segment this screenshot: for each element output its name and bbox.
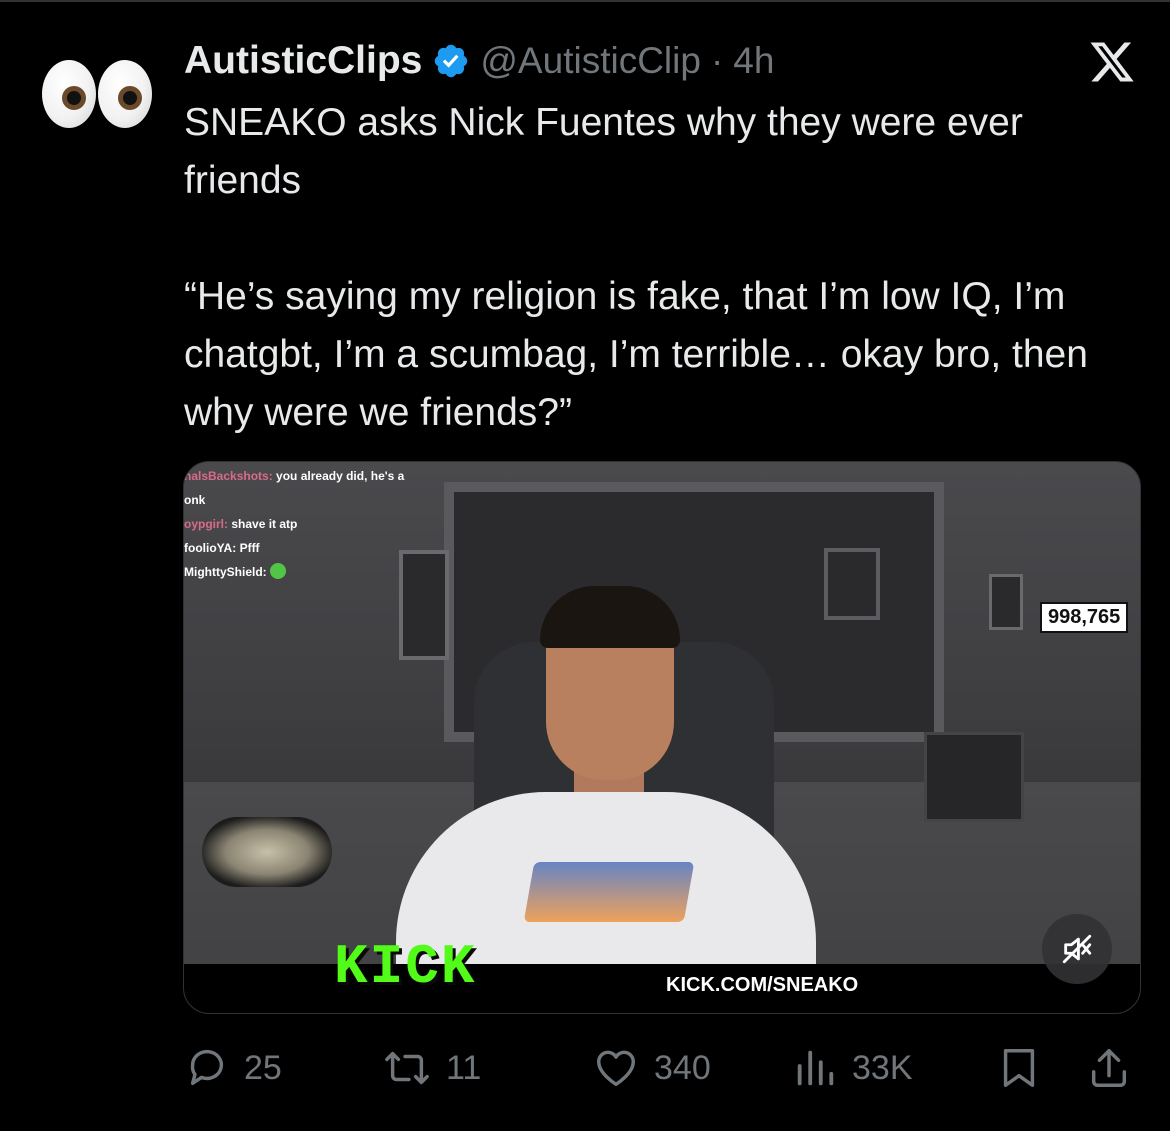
chat-message: onk xyxy=(184,493,206,507)
like-icon xyxy=(597,1050,635,1087)
views-icon xyxy=(797,1050,834,1086)
tweet-actions: 25 11 340 33K xyxy=(184,1038,1144,1098)
views-button[interactable]: 33K xyxy=(792,1038,913,1098)
reply-button[interactable]: 25 xyxy=(184,1038,282,1098)
x-logo-icon xyxy=(1090,42,1134,82)
tweet-header: AutisticClips @AutisticClip · 4h xyxy=(184,34,774,88)
eyes-emoji-icon xyxy=(42,60,96,128)
chat-message: MighttyShield: xyxy=(184,560,444,584)
post-time[interactable]: 4h xyxy=(733,40,774,82)
kick-logo: KICK xyxy=(334,935,477,999)
repost-count: 11 xyxy=(446,1048,482,1087)
author-handle[interactable]: @AutisticClip xyxy=(480,40,701,82)
like-button[interactable]: 340 xyxy=(592,1038,711,1098)
display-name[interactable]: AutisticClips xyxy=(184,39,422,83)
bookmark-icon xyxy=(1003,1049,1035,1087)
chat-message: nalsBackshots: you already did, he's a xyxy=(184,469,405,483)
mute-button[interactable] xyxy=(1042,914,1112,984)
chat-emote-icon xyxy=(270,563,287,579)
video-player[interactable]: nalsBackshots: you already did, he's a o… xyxy=(183,461,1141,1014)
view-count: 33K xyxy=(852,1048,913,1087)
viewer-count: 998,765 xyxy=(1040,602,1129,633)
tweet-text-quote: “He’s saying my religion is fake, that I… xyxy=(184,275,1088,434)
separator-dot: · xyxy=(710,40,724,81)
championship-belt xyxy=(202,817,332,887)
avatar[interactable] xyxy=(38,60,156,130)
top-divider xyxy=(0,0,1170,2)
verified-badge-icon xyxy=(435,44,468,78)
tweet-text: SNEAKO asks Nick Fuentes why they were e… xyxy=(184,94,1150,442)
tweet-text-paragraph: SNEAKO asks Nick Fuentes why they were e… xyxy=(184,101,1023,202)
share-icon xyxy=(1091,1049,1127,1087)
reply-count: 25 xyxy=(244,1048,282,1087)
reply-icon xyxy=(190,1049,224,1086)
chat-message: oypgirl: shave it atp xyxy=(184,517,298,531)
repost-button[interactable]: 11 xyxy=(382,1038,481,1098)
like-count: 340 xyxy=(654,1048,711,1087)
stream-chat-overlay: nalsBackshots: you already did, he's a o… xyxy=(184,464,444,584)
muted-speaker-icon xyxy=(1062,934,1092,964)
bookmark-button[interactable] xyxy=(996,1038,1042,1098)
share-button[interactable] xyxy=(1086,1038,1132,1098)
stream-footer-bar xyxy=(184,964,1140,1013)
stream-url: KICK.COM/SNEAKO xyxy=(666,974,859,996)
repost-icon xyxy=(385,1051,429,1085)
chat-message: foolioYA: Pfff xyxy=(184,541,260,555)
